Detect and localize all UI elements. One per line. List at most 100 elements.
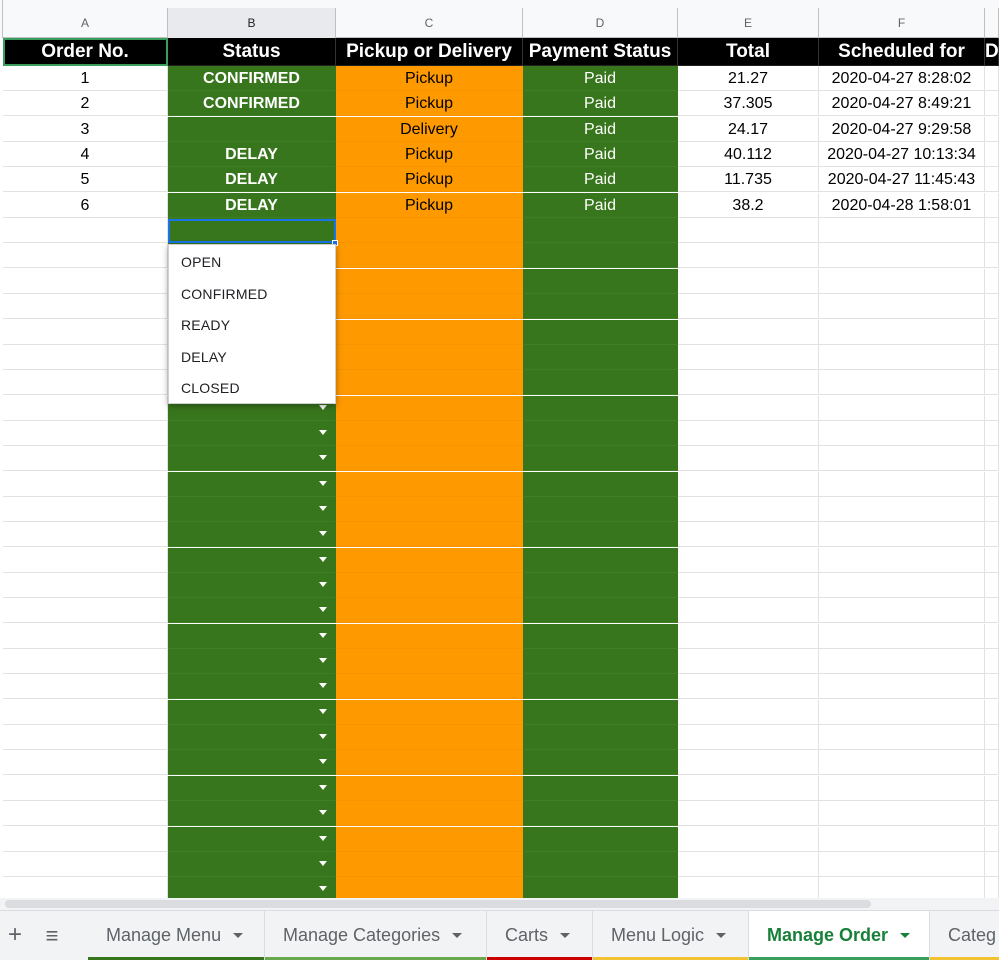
scheduled-for-cell[interactable]: 2020-04-27 8:28:02 — [819, 66, 985, 91]
scheduled-for-cell[interactable] — [819, 395, 985, 421]
payment-status-cell[interactable] — [523, 649, 678, 675]
status-cell[interactable] — [168, 699, 336, 725]
dropdown-arrow-icon[interactable] — [319, 810, 327, 816]
order-number-cell[interactable] — [3, 877, 168, 898]
order-number-cell[interactable]: 4 — [3, 142, 168, 168]
dropdown-option-closed[interactable]: CLOSED — [169, 373, 335, 405]
pickup-or-delivery-cell[interactable] — [336, 649, 523, 675]
payment-status-cell[interactable] — [523, 725, 678, 751]
status-cell[interactable] — [168, 573, 336, 598]
payment-status-cell[interactable] — [523, 547, 678, 573]
dropdown-option-confirmed[interactable]: CONFIRMED — [169, 279, 335, 311]
order-number-cell[interactable] — [3, 674, 168, 700]
dropdown-arrow-icon[interactable] — [319, 886, 327, 892]
header-order-no[interactable]: Order No. — [3, 38, 168, 66]
sheet-tab-menu-icon[interactable] — [716, 933, 727, 938]
overflow-cell[interactable] — [985, 573, 999, 598]
scheduled-for-cell[interactable] — [819, 750, 985, 776]
scheduled-for-cell[interactable] — [819, 446, 985, 472]
payment-status-cell[interactable]: Paid — [523, 116, 678, 142]
scheduled-for-cell[interactable] — [819, 775, 985, 801]
status-cell[interactable] — [168, 674, 336, 700]
total-cell[interactable] — [678, 471, 819, 497]
total-cell[interactable] — [678, 522, 819, 548]
order-number-cell[interactable] — [3, 268, 168, 294]
status-cell[interactable] — [168, 826, 336, 852]
status-cell[interactable] — [168, 496, 336, 522]
total-cell[interactable] — [678, 395, 819, 421]
order-number-cell[interactable] — [3, 471, 168, 497]
dropdown-option-open[interactable]: OPEN — [169, 247, 335, 279]
overflow-cell[interactable] — [985, 725, 999, 751]
order-number-cell[interactable] — [3, 496, 168, 522]
overflow-cell[interactable] — [985, 801, 999, 827]
overflow-cell[interactable] — [985, 826, 999, 852]
status-cell[interactable] — [168, 116, 336, 142]
pickup-or-delivery-cell[interactable] — [336, 573, 523, 598]
scheduled-for-cell[interactable] — [819, 471, 985, 497]
order-number-cell[interactable] — [3, 370, 168, 396]
overflow-cell[interactable] — [985, 775, 999, 801]
total-cell[interactable]: 21.27 — [678, 66, 819, 91]
payment-status-cell[interactable] — [523, 319, 678, 345]
overflow-cell[interactable] — [985, 66, 999, 91]
overflow-cell[interactable] — [985, 420, 999, 446]
pickup-or-delivery-cell[interactable] — [336, 547, 523, 573]
pickup-or-delivery-cell[interactable] — [336, 370, 523, 396]
order-number-cell[interactable] — [3, 851, 168, 877]
payment-status-cell[interactable] — [523, 826, 678, 852]
dropdown-arrow-icon[interactable] — [319, 607, 327, 613]
payment-status-cell[interactable] — [523, 522, 678, 548]
dropdown-arrow-icon[interactable] — [319, 835, 327, 841]
sheet-tab-menu-icon[interactable] — [900, 933, 911, 938]
status-cell[interactable] — [168, 623, 336, 649]
total-cell[interactable] — [678, 370, 819, 396]
column-letter-c[interactable]: C — [336, 8, 523, 38]
dropdown-arrow-icon[interactable] — [319, 480, 327, 486]
total-cell[interactable] — [678, 218, 819, 244]
sheet-tab-menu-logic[interactable]: Menu Logic — [593, 911, 749, 960]
overflow-cell[interactable] — [985, 750, 999, 776]
payment-status-cell[interactable] — [523, 699, 678, 725]
status-cell[interactable] — [168, 725, 336, 751]
total-cell[interactable] — [678, 598, 819, 624]
scheduled-for-cell[interactable] — [819, 344, 985, 370]
pickup-or-delivery-cell[interactable] — [336, 623, 523, 649]
header-cell-6[interactable]: D — [985, 38, 999, 66]
total-cell[interactable] — [678, 775, 819, 801]
total-cell[interactable]: 38.2 — [678, 192, 819, 218]
payment-status-cell[interactable] — [523, 420, 678, 446]
pickup-or-delivery-cell[interactable] — [336, 801, 523, 827]
dropdown-arrow-icon[interactable] — [319, 734, 327, 740]
total-cell[interactable] — [678, 547, 819, 573]
sheet-tab-carts[interactable]: Carts — [487, 911, 593, 960]
overflow-cell[interactable] — [985, 344, 999, 370]
scheduled-for-cell[interactable] — [819, 522, 985, 548]
payment-status-cell[interactable] — [523, 598, 678, 624]
sheet-tab-manage-categories[interactable]: Manage Categories — [265, 911, 487, 960]
order-number-cell[interactable] — [3, 243, 168, 269]
horizontal-scrollbar-thumb[interactable] — [5, 900, 871, 908]
overflow-cell[interactable] — [985, 243, 999, 269]
payment-status-cell[interactable]: Paid — [523, 167, 678, 193]
dropdown-arrow-icon[interactable] — [319, 683, 327, 689]
payment-status-cell[interactable] — [523, 801, 678, 827]
dropdown-arrow-icon[interactable] — [319, 708, 327, 714]
scheduled-for-cell[interactable] — [819, 649, 985, 675]
scheduled-for-cell[interactable] — [819, 370, 985, 396]
pickup-or-delivery-cell[interactable] — [336, 851, 523, 877]
dropdown-arrow-icon[interactable] — [319, 455, 327, 461]
horizontal-scrollbar[interactable] — [0, 898, 999, 910]
overflow-cell[interactable] — [985, 218, 999, 244]
order-number-cell[interactable]: 2 — [3, 91, 168, 117]
overflow-cell[interactable] — [985, 699, 999, 725]
scheduled-for-cell[interactable] — [819, 294, 985, 320]
order-number-cell[interactable] — [3, 218, 168, 244]
total-cell[interactable] — [678, 699, 819, 725]
pickup-or-delivery-cell[interactable] — [336, 674, 523, 700]
status-cell[interactable]: CONFIRMED — [168, 91, 336, 117]
header-scheduled-for[interactable]: Scheduled for — [819, 38, 985, 66]
scheduled-for-cell[interactable] — [819, 623, 985, 649]
scheduled-for-cell[interactable]: 2020-04-27 10:13:34 — [819, 142, 985, 168]
pickup-or-delivery-cell[interactable]: Pickup — [336, 66, 523, 91]
